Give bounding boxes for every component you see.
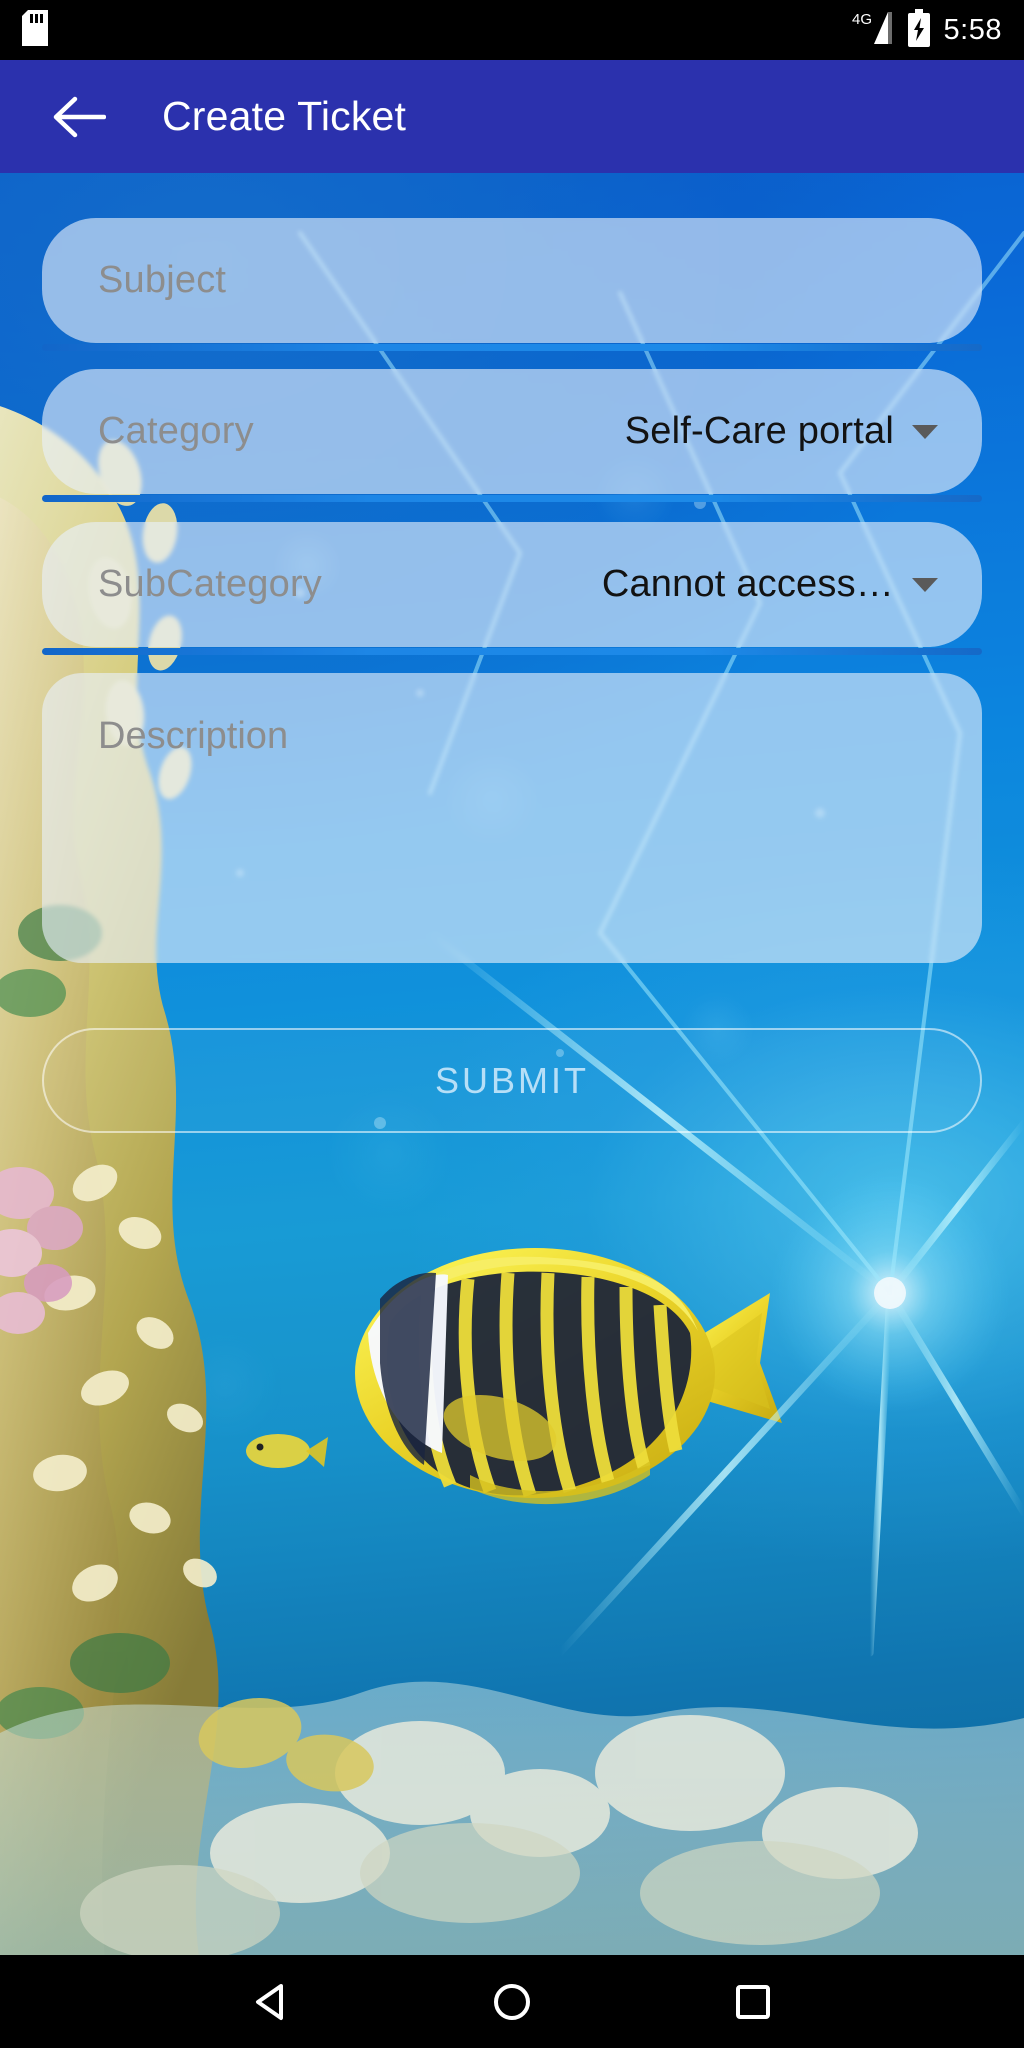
category-dropdown[interactable]: Category Self-Care portal [42,369,982,502]
subcategory-label: SubCategory [98,563,323,605]
subcategory-dropdown[interactable]: SubCategory Cannot access… [42,522,982,655]
category-selected-value: Self-Care portal [624,410,894,452]
subcategory-field-row: SubCategory Cannot access… [42,522,982,647]
chevron-down-icon[interactable] [912,424,938,439]
category-underline [42,495,982,502]
category-label: Category [98,410,254,452]
status-bar-left [22,9,48,51]
status-bar-clock: 5:58 [943,13,1002,46]
back-arrow-icon[interactable] [48,86,110,148]
submit-button-label: SUBMIT [434,1059,589,1101]
subcategory-selected-value: Cannot access… [601,563,894,605]
description-field[interactable]: Description [42,673,982,963]
description-inner: Description [42,673,982,800]
status-bar-right: 4G 5:58 [852,8,1002,52]
nav-back-triangle-icon[interactable] [235,1966,307,2038]
page-title: Create Ticket [162,93,407,139]
nav-recents-square-icon[interactable] [717,1966,789,2038]
subcategory-underline [42,648,982,655]
description-placeholder: Description [98,715,289,757]
status-bar: 4G 5:58 [0,0,1024,60]
signal-bars-icon: 4G [852,10,894,51]
subject-placeholder: Subject [98,259,227,301]
app-bar: Create Ticket [0,60,1024,173]
svg-text:4G: 4G [852,11,872,28]
submit-button[interactable]: SUBMIT [42,1028,982,1133]
subject-field-row: Subject [42,218,982,343]
battery-charging-icon [906,8,932,52]
sd-card-icon [22,9,48,51]
category-field-row: Category Self-Care portal [42,369,982,494]
android-navigation-bar [0,1955,1024,2048]
phone-screen: 4G 5:58 Create Ticket Subject Category S… [0,0,1024,2048]
subject-underline [42,344,982,351]
subject-field[interactable]: Subject [42,218,982,351]
nav-home-circle-icon[interactable] [476,1966,548,2038]
chevron-down-icon[interactable] [912,577,938,592]
